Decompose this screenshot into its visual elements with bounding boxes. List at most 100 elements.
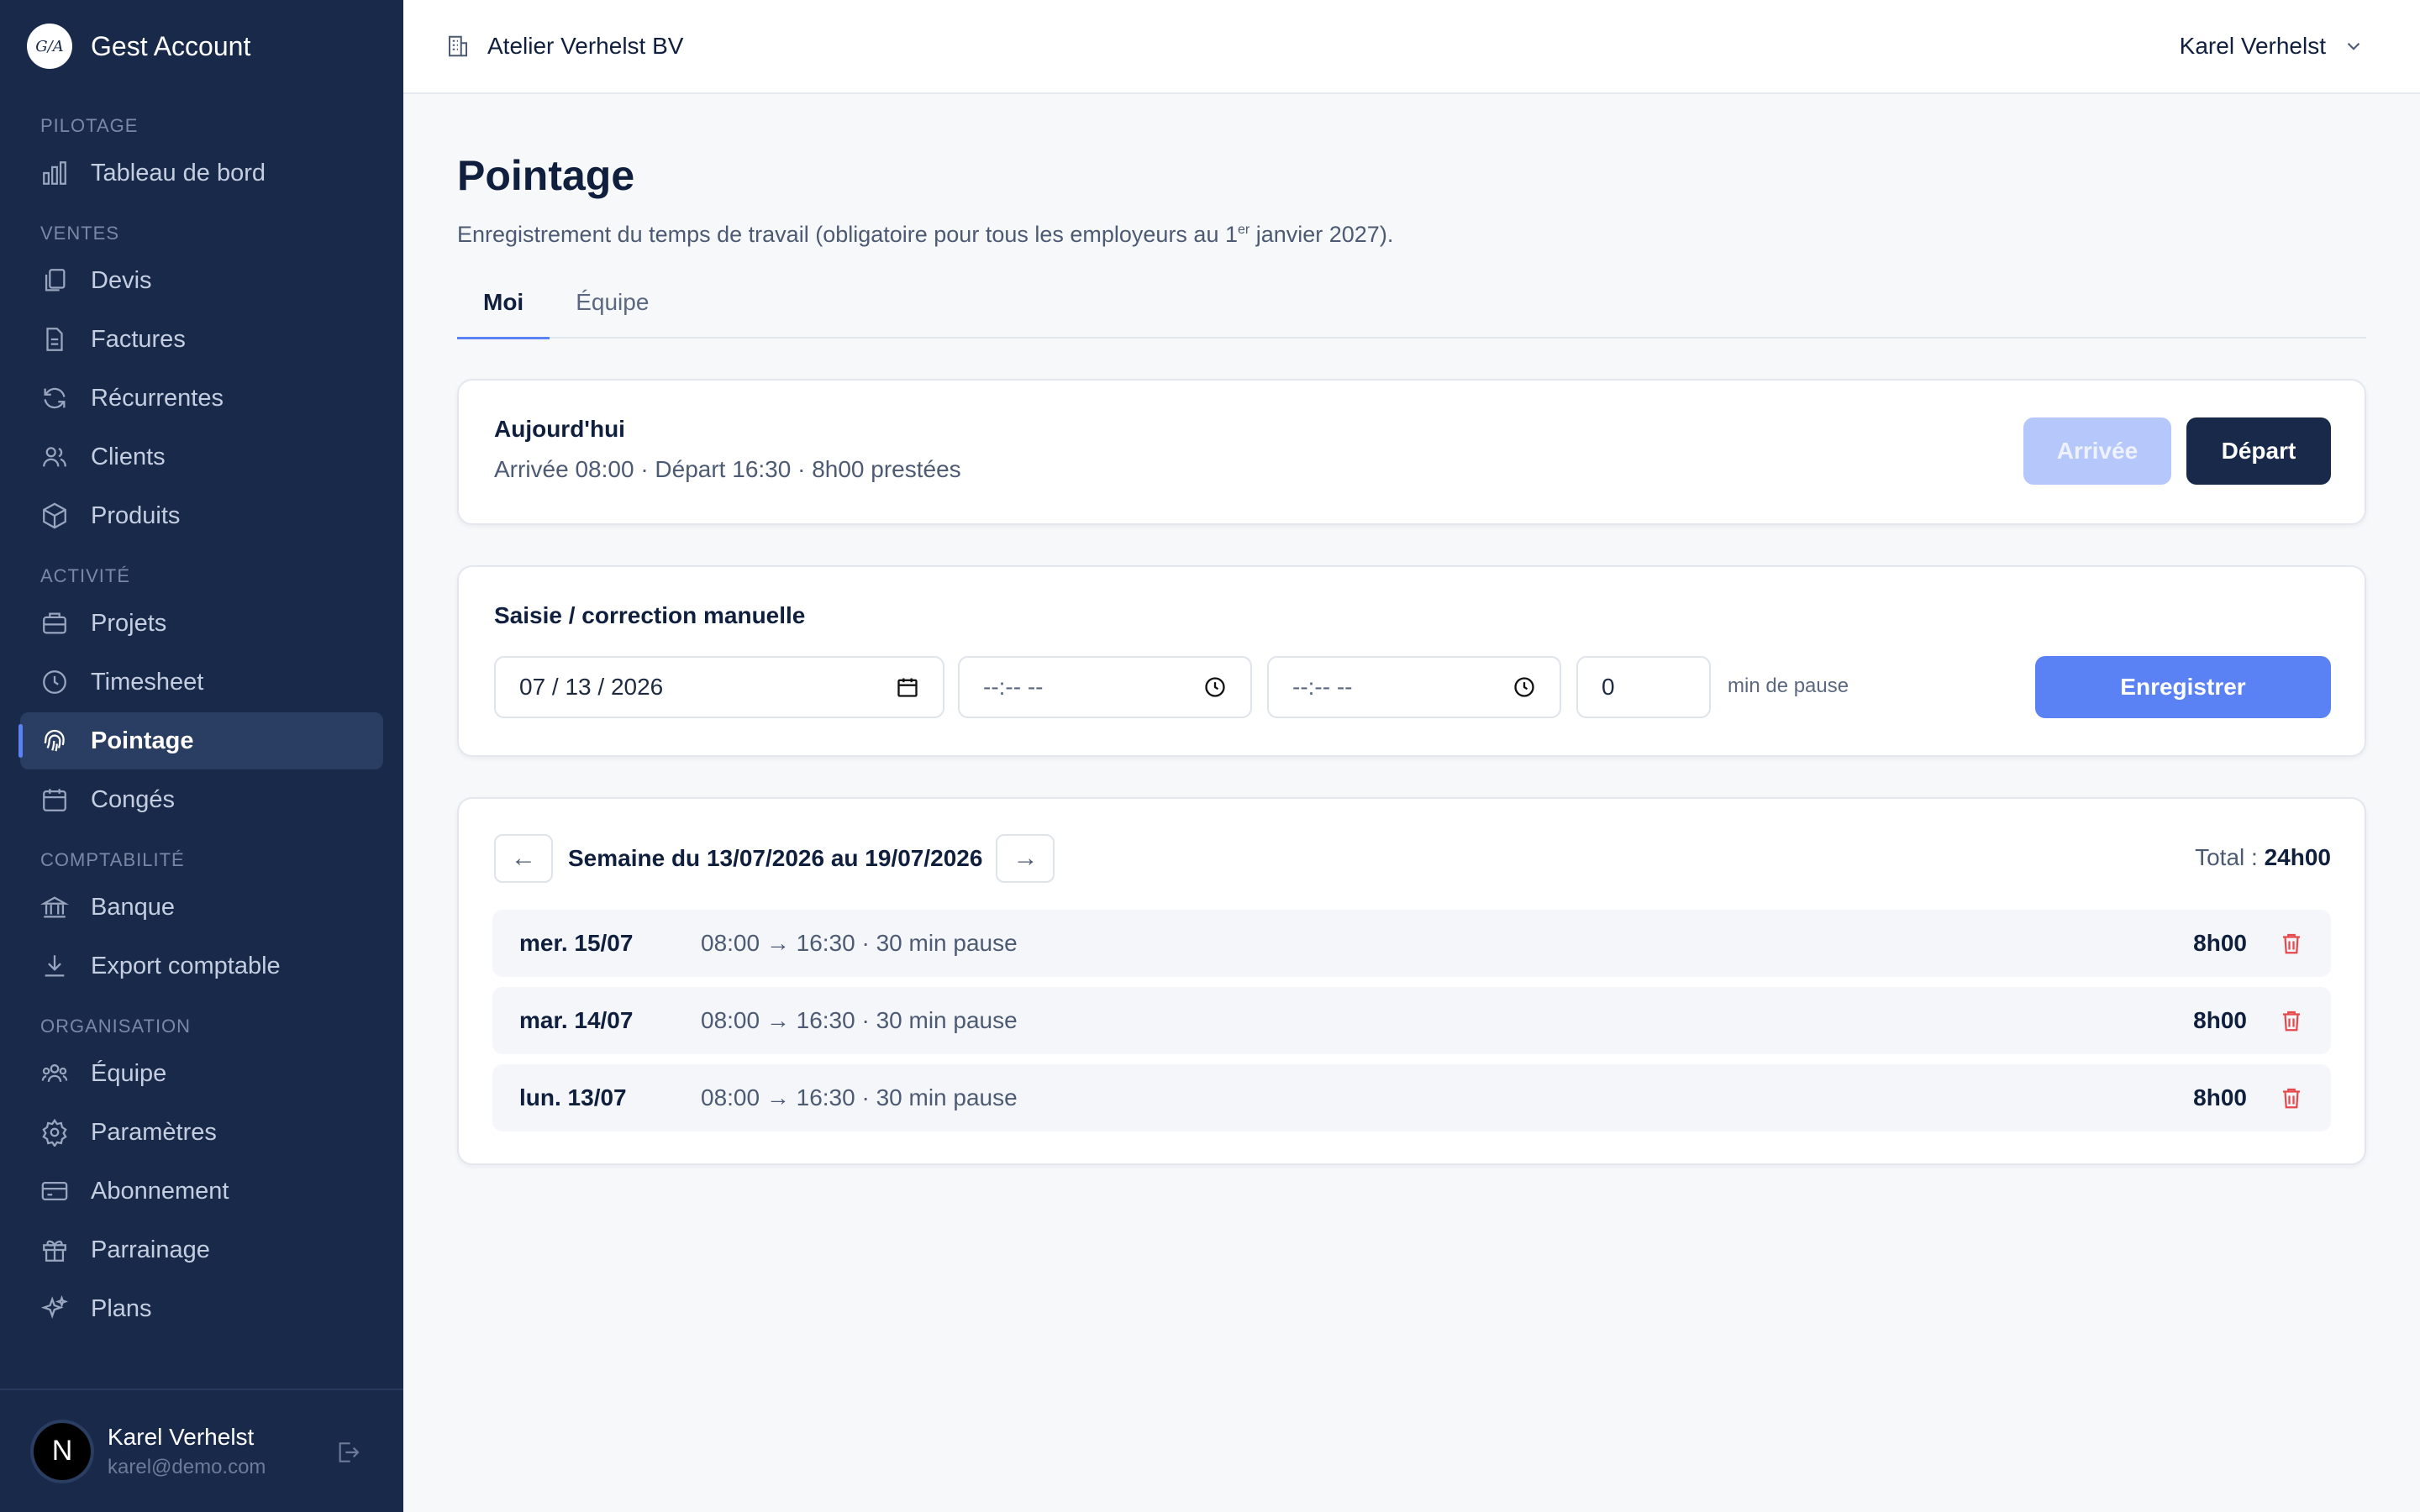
page-title: Pointage (457, 152, 635, 199)
sidebar-item-tableau-de-bord[interactable]: Tableau de bord (20, 144, 383, 202)
section-title: ORGANISATION (40, 1016, 192, 1037)
tab-moi[interactable]: Moi (457, 278, 550, 339)
sidebar-item-label: Devis (91, 266, 152, 294)
trash-icon[interactable] (2279, 931, 2304, 956)
sidebar-item-equipe[interactable]: Équipe (20, 1045, 383, 1102)
tabs: Moi Équipe (457, 278, 2366, 339)
start-time-input[interactable]: --:-- -- (958, 656, 1252, 718)
sidebar-item-label: Banque (91, 893, 175, 921)
entry-hours: 8h00 (2193, 1007, 2247, 1033)
sidebar-item-label: Factures (91, 325, 186, 353)
chevron-down-icon (2347, 42, 2360, 50)
next-week-button[interactable]: → (996, 834, 1055, 883)
file-icon (46, 328, 63, 351)
credit-card-icon (41, 1181, 68, 1201)
logout-icon[interactable] (334, 1439, 361, 1466)
end-time-input[interactable]: --:-- -- (1267, 656, 1561, 718)
clock-icon (43, 670, 66, 694)
main-area: Atelier Verhelst BV Karel Verhelst Point… (403, 0, 2420, 1512)
sidebar-item-produits[interactable]: Produits (20, 487, 383, 544)
sidebar-item-devis[interactable]: Devis (20, 252, 383, 309)
sidebar: G/A Gest Account PILOTAGE Tableau de bor… (0, 0, 403, 1512)
building-icon (449, 35, 467, 57)
tab-equipe[interactable]: Équipe (550, 278, 675, 337)
sidebar-item-label: Parrainage (91, 1236, 210, 1263)
nav-section-organisation: ORGANISATION Équipe Paramètres Abonnemen… (0, 1010, 403, 1337)
sidebar-item-abonnement[interactable]: Abonnement (20, 1163, 383, 1220)
user-info: Karel Verhelst karel@demo.com (108, 1424, 266, 1479)
nav-section-comptabilite: COMPTABILITÉ Banque Export comptable (0, 843, 403, 995)
users-icon (43, 447, 66, 467)
entry-day: mer. 15/07 (519, 930, 634, 956)
save-button[interactable]: Enregistrer (2035, 656, 2331, 718)
sparkles-icon (40, 1294, 69, 1319)
user-profile[interactable]: N Karel Verhelst karel@demo.com (0, 1389, 403, 1512)
clock-icon[interactable] (1203, 675, 1227, 699)
sidebar-item-label: Congés (91, 785, 175, 813)
sidebar-item-label: Clients (91, 443, 166, 470)
subtitle-text: Enregistrement du temps de travail (obli… (457, 222, 1238, 247)
entries-list: mer. 15/07 08:00 → 16:30 · 30 min pause … (492, 910, 2331, 1142)
trash-icon[interactable] (2279, 1085, 2304, 1110)
section-title: PILOTAGE (40, 115, 139, 136)
list-item: mer. 15/07 08:00 → 16:30 · 30 min pause … (492, 910, 2331, 977)
trash-icon[interactable] (2279, 1008, 2304, 1033)
calendar-icon[interactable] (896, 675, 919, 699)
chart-bars-icon (43, 161, 66, 185)
organization-name: Atelier Verhelst BV (487, 33, 684, 59)
page-subtitle: Enregistrement du temps de travail (obli… (457, 222, 2366, 248)
refresh-icon (44, 387, 66, 409)
sidebar-item-banque[interactable]: Banque (20, 879, 383, 936)
sidebar-item-export-comptable[interactable]: Export comptable (20, 937, 383, 995)
sidebar-item-timesheet[interactable]: Timesheet (20, 654, 383, 711)
copy-doc-icon (45, 269, 66, 291)
pause-value: 0 (1602, 674, 1615, 700)
entry-detail: 08:00 → 16:30 · 30 min pause (701, 1084, 1018, 1110)
sidebar-item-clients[interactable]: Clients (20, 428, 383, 486)
pause-minutes-input[interactable]: 0 (1576, 656, 1711, 718)
brand-name: Gest Account (91, 30, 251, 61)
date-input[interactable]: 07 / 13 / 2026 (494, 656, 944, 718)
bank-icon (40, 896, 69, 918)
sidebar-item-parrainage[interactable]: Parrainage (20, 1221, 383, 1278)
brand-logo: G/A (27, 24, 72, 69)
arrival-button[interactable]: Arrivée (2023, 417, 2171, 485)
entry-detail: 08:00 → 16:30 · 30 min pause (701, 930, 1018, 956)
clock-icon[interactable] (1512, 675, 1536, 699)
sidebar-item-label: Paramètres (91, 1118, 217, 1146)
week-label: Semaine du 13/07/2026 au 19/07/2026 (568, 845, 983, 871)
download-icon (45, 955, 65, 977)
sidebar-item-label: Pointage (91, 727, 194, 754)
departure-button[interactable]: Départ (2186, 417, 2331, 485)
entry-hours: 8h00 (2193, 930, 2247, 956)
sidebar-item-factures[interactable]: Factures (20, 311, 383, 368)
sidebar-item-label: Produits (91, 501, 181, 529)
week-card: ← Semaine du 13/07/2026 au 19/07/2026 → … (457, 797, 2366, 1165)
account-name: Karel Verhelst (2179, 33, 2326, 59)
page-content: Pointage Enregistrement du temps de trav… (403, 151, 2420, 1165)
subtitle-text-end: janvier 2027). (1249, 222, 1394, 247)
nav-section-ventes: VENTES Devis Factures Récurrentes Client… (0, 217, 403, 544)
account-menu[interactable]: Karel Verhelst (2180, 33, 2365, 60)
sidebar-item-pointage[interactable]: Pointage (18, 712, 383, 769)
previous-week-button[interactable]: ← (494, 834, 553, 883)
sidebar-item-label: Plans (91, 1294, 152, 1322)
box-icon (43, 502, 66, 529)
week-total-label: Total : (2195, 844, 2265, 870)
start-time-value: --:-- -- (983, 674, 1044, 700)
sidebar-item-plans[interactable]: Plans (20, 1280, 383, 1337)
organization-switcher[interactable]: Atelier Verhelst BV (445, 33, 683, 60)
sidebar-item-parametres[interactable]: Paramètres (20, 1104, 383, 1161)
sidebar-item-conges[interactable]: Congés (20, 771, 383, 828)
list-item: mar. 14/07 08:00 → 16:30 · 30 min pause … (492, 987, 2331, 1054)
sidebar-item-projets[interactable]: Projets (20, 595, 383, 652)
team-icon (41, 1063, 68, 1083)
brand[interactable]: G/A Gest Account (0, 0, 403, 92)
today-card: Aujourd'hui Arrivée 08:00 · Départ 16:30… (457, 379, 2366, 525)
user-name: Karel Verhelst (108, 1423, 255, 1450)
user-email: karel@demo.com (108, 1455, 266, 1478)
today-summary: Arrivée 08:00 · Départ 16:30 · 8h00 pres… (494, 456, 961, 482)
sidebar-item-recurrentes[interactable]: Récurrentes (20, 370, 383, 427)
section-title: COMPTABILITÉ (40, 849, 185, 870)
week-navigation: ← Semaine du 13/07/2026 au 19/07/2026 → (494, 834, 1055, 883)
